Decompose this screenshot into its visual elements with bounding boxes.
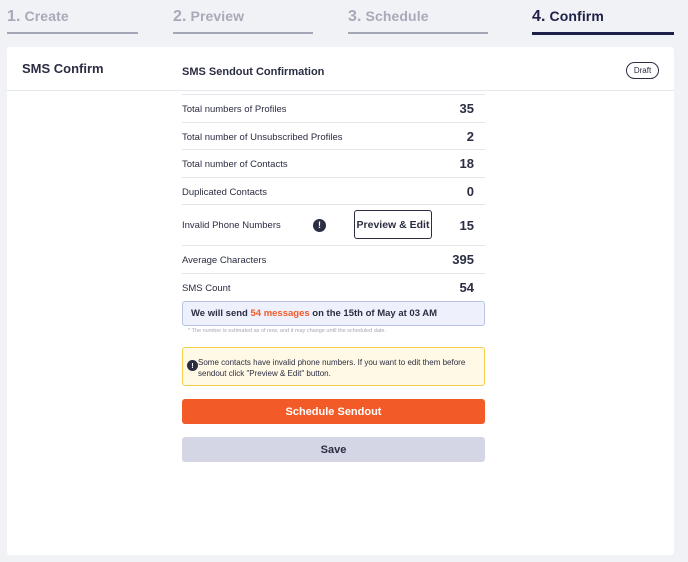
row-label: Average Characters: [182, 255, 267, 266]
page-title: SMS Confirm: [22, 61, 104, 76]
stepper: 1. Create 2. Preview 3. Schedule 4. Conf…: [0, 0, 688, 40]
summary-row-sms-count: SMS Count 54: [182, 272, 485, 301]
row-value: 18: [459, 156, 474, 171]
row-label: Total numbers of Profiles: [182, 104, 287, 115]
notice-suffix: on the 15th of May at 03 AM: [309, 308, 438, 319]
preview-edit-button[interactable]: Preview & Edit: [354, 210, 432, 239]
step-bar: [7, 32, 138, 34]
save-button[interactable]: Save: [182, 437, 485, 462]
row-label: Invalid Phone Numbers: [182, 220, 281, 231]
row-value: 35: [459, 101, 474, 116]
row-value: 0: [466, 183, 474, 199]
summary-title: SMS Sendout Confirmation: [182, 66, 325, 78]
row-label: Total number of Unsubscribed Profiles: [182, 131, 343, 143]
step-bar-active: [532, 32, 674, 35]
row-label: SMS Count: [182, 282, 231, 294]
step-create[interactable]: 1. Create: [7, 8, 138, 36]
warning-text: Some contacts have invalid phone numbers…: [198, 358, 466, 378]
summary-row-profiles: Total numbers of Profiles 35: [182, 94, 485, 122]
warning-icon: !: [187, 360, 198, 371]
row-label: Total number of Contacts: [182, 159, 288, 170]
step-preview[interactable]: 2. Preview: [173, 8, 313, 36]
row-value: 395: [452, 252, 474, 267]
send-notice: We will send 54 messages on the 15th of …: [182, 301, 485, 326]
estimate-disclaimer: * The number is estimated as of now, and…: [188, 328, 387, 334]
status-badge: Draft: [626, 62, 659, 79]
step-number: 1.: [7, 8, 21, 25]
summary-row-unsubscribed: Total number of Unsubscribed Profiles 2: [182, 121, 485, 150]
step-label: Schedule: [365, 8, 429, 24]
step-number: 4.: [532, 8, 546, 25]
step-bar: [173, 32, 313, 34]
row-value: 2: [466, 128, 474, 144]
step-label: Create: [24, 8, 69, 24]
notice-prefix: We will send: [191, 308, 251, 319]
schedule-sendout-button[interactable]: Schedule Sendout: [182, 399, 485, 424]
warning-box: ! Some contacts have invalid phone numbe…: [182, 347, 485, 386]
summary-row-duplicated: Duplicated Contacts 0: [182, 176, 485, 205]
step-confirm[interactable]: 4. Confirm: [532, 8, 674, 36]
step-label: Confirm: [549, 8, 604, 24]
step-schedule[interactable]: 3. Schedule: [348, 8, 488, 36]
step-number: 3.: [348, 8, 362, 25]
notice-highlight: 54 messages: [250, 308, 310, 319]
step-bar: [348, 32, 488, 34]
summary-section: SMS Sendout Confirmation Total numbers o…: [182, 60, 485, 300]
row-value: 15: [459, 218, 474, 233]
row-label: Duplicated Contacts: [182, 186, 268, 198]
summary-row-contacts: Total number of Contacts 18: [182, 149, 485, 177]
step-label: Preview: [190, 8, 245, 24]
summary-row-avg-characters: Average Characters 395: [182, 245, 485, 273]
info-icon[interactable]: !: [313, 219, 326, 232]
step-number: 2.: [173, 8, 187, 25]
row-value: 54: [459, 279, 474, 295]
summary-row-invalid-phones: Invalid Phone Numbers ! Preview & Edit 1…: [182, 204, 485, 245]
